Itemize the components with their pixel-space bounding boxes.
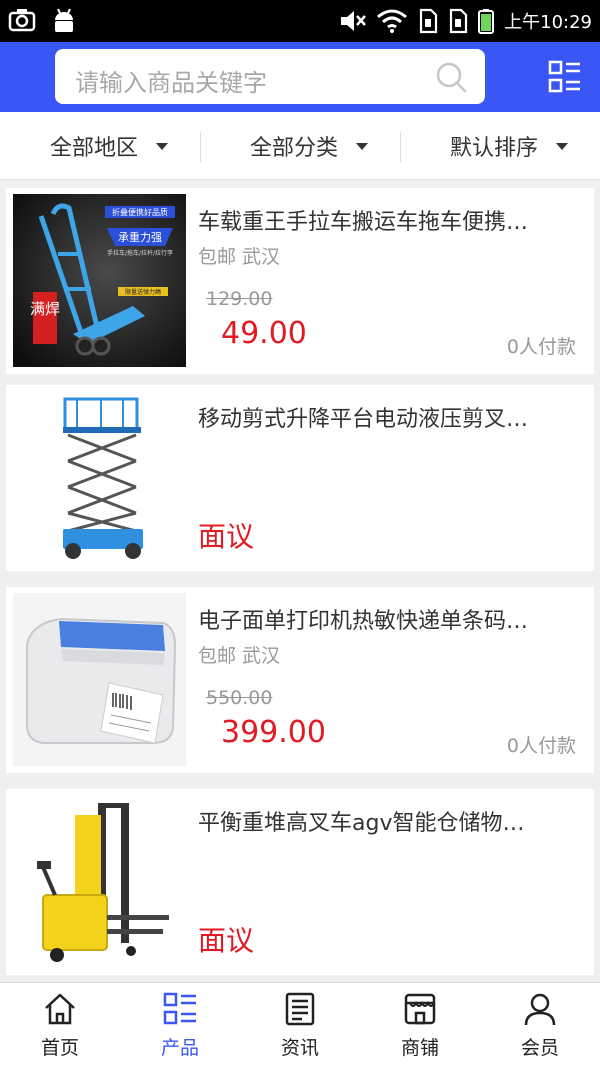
member-icon	[524, 993, 556, 1026]
product-title[interactable]: 平衡重堆高叉车agv智能仓储物…	[198, 805, 578, 837]
product-title[interactable]: 移动剪式升降平台电动液压剪叉…	[198, 401, 578, 433]
product-card[interactable]: 电子面单打印机热敏快递单条码… 包邮 武汉 550.00 399.00 0人付款	[6, 587, 594, 773]
product-original-price: 129.00	[206, 288, 273, 310]
status-time: 上午10:29	[504, 12, 592, 33]
product-sales: 0人付款	[506, 336, 576, 358]
android-icon	[55, 8, 73, 32]
filter-bar: 全部地区 全部分类 默认排序	[0, 112, 600, 180]
search-box[interactable]: 请输入商品关键字	[55, 49, 485, 104]
filter-region[interactable]: 全部地区	[50, 112, 169, 180]
product-title[interactable]: 车载重王手拉车搬运车拖车便携…	[198, 204, 578, 236]
nav-news-label: 资讯	[280, 1037, 319, 1059]
product-sales: 0人付款	[506, 735, 576, 757]
mute-icon	[341, 11, 367, 31]
nav-shop[interactable]: 商铺	[360, 983, 480, 1067]
product-negotiable: 面议	[198, 520, 255, 553]
battery-icon	[478, 9, 495, 34]
filter-category[interactable]: 全部分类	[250, 112, 369, 180]
product-negotiable: 面议	[198, 924, 255, 957]
category-menu-icon[interactable]	[548, 60, 582, 94]
status-bar: 上午10:29	[0, 0, 600, 42]
nav-products-label: 产品	[160, 1037, 199, 1059]
image-text-4: 限量送弹力绳	[125, 288, 161, 296]
chevron-down-icon	[556, 142, 569, 150]
nav-home-label: 首页	[40, 1037, 79, 1059]
bottom-navigation: 首页 产品 资讯 商铺 会员	[0, 982, 600, 1067]
product-image-label-printer	[13, 593, 186, 766]
product-tag: 包邮 武汉	[198, 645, 281, 667]
product-card[interactable]: 移动剪式升降平台电动液压剪叉… 面议	[6, 385, 594, 571]
filter-sort-label: 默认排序	[450, 136, 539, 161]
product-original-price: 550.00	[206, 687, 273, 709]
divider	[400, 132, 401, 162]
sim-card-2-icon	[450, 8, 468, 34]
product-card[interactable]: 折叠便携好品质 承重力强 手拉车/拖车/拉杆/拉行李 限量送弹力绳 满焊 车载重…	[6, 188, 594, 374]
nav-news[interactable]: 资讯	[240, 983, 360, 1067]
home-icon	[45, 993, 75, 1025]
nav-home[interactable]: 首页	[0, 983, 120, 1067]
filter-category-label: 全部分类	[250, 136, 339, 161]
filter-sort[interactable]: 默认排序	[450, 112, 569, 180]
divider	[200, 132, 201, 162]
wifi-icon	[377, 9, 408, 33]
image-text-3: 手拉车/拖车/拉杆/拉行李	[107, 249, 173, 257]
screenshot-icon	[8, 9, 36, 32]
product-price: 399.00	[221, 715, 326, 750]
nav-shop-label: 商铺	[400, 1037, 439, 1059]
product-price: 49.00	[221, 316, 307, 351]
product-image-scissor-lift	[13, 391, 186, 564]
nav-member-label: 会员	[520, 1037, 559, 1059]
news-icon	[285, 992, 315, 1026]
filter-region-label: 全部地区	[50, 136, 139, 161]
search-icon[interactable]	[435, 61, 467, 93]
shop-icon	[404, 993, 436, 1025]
product-image-hand-truck: 折叠便携好品质 承重力强 手拉车/拖车/拉杆/拉行李 限量送弹力绳 满焊	[13, 194, 186, 367]
image-text-1: 折叠便携好品质	[112, 207, 168, 217]
product-tag: 包邮 武汉	[198, 246, 281, 268]
product-title[interactable]: 电子面单打印机热敏快递单条码…	[198, 603, 578, 635]
search-input-placeholder[interactable]: 请输入商品关键字	[75, 63, 267, 98]
sim-card-1-icon	[420, 8, 438, 34]
product-card[interactable]: 平衡重堆高叉车agv智能仓储物… 面议	[6, 789, 594, 975]
nav-products[interactable]: 产品	[120, 983, 240, 1067]
chevron-down-icon	[356, 142, 369, 150]
top-header: 请输入商品关键字	[0, 42, 600, 112]
image-text-5: 满焊	[30, 300, 60, 318]
nav-member[interactable]: 会员	[480, 983, 600, 1067]
product-image-stacker-forklift	[13, 795, 186, 968]
product-list-icon	[163, 992, 196, 1025]
chevron-down-icon	[156, 142, 169, 150]
image-text-2: 承重力强	[118, 230, 162, 244]
